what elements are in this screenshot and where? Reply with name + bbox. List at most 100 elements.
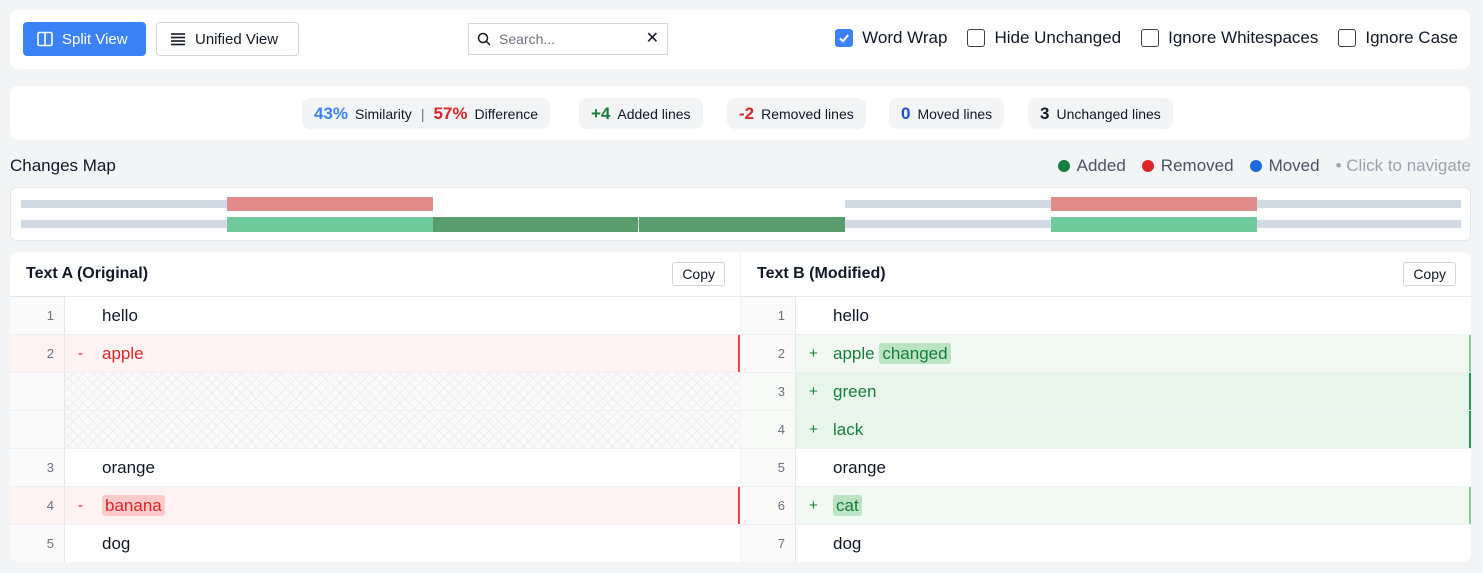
added-lines-label: Added lines (617, 105, 691, 122)
word-wrap-checkbox[interactable] (835, 29, 854, 47)
map-added-segment[interactable] (639, 217, 845, 232)
line-marker: + (809, 421, 818, 438)
difference-value: 57% (433, 103, 468, 123)
similarity-pill: 43% Similarity | 57% Difference (302, 98, 551, 129)
original-panel-header: Text A (Original) Copy (10, 252, 740, 297)
line-number: 5 (741, 449, 796, 486)
line-number: 2 (741, 335, 796, 372)
line-number (10, 373, 65, 410)
navigate-hint: • Click to navigate (1335, 156, 1471, 175)
added-word-highlight: cat (833, 494, 862, 516)
diff-stats: 43% Similarity | 57% Difference +4 Added… (10, 86, 1470, 140)
added-dot-icon (1057, 160, 1070, 172)
unified-view-label: Unified View (195, 30, 279, 48)
line-text: hello (102, 305, 138, 325)
added-edge-marker (1469, 373, 1471, 410)
moved-lines-label: Moved lines (917, 105, 993, 122)
modified-panel-header: Text B (Modified) Copy (741, 252, 1471, 297)
placeholder-row (10, 373, 740, 411)
line-number: 3 (10, 449, 65, 486)
diff-row-added: 6 + cat (741, 487, 1471, 525)
map-gap-segment (433, 197, 845, 211)
diff-row: 1 hello (741, 297, 1471, 335)
diff-row: 5 dog (10, 525, 740, 562)
changes-map[interactable] (10, 187, 1471, 241)
ignore-whitespaces-option[interactable]: Ignore Whitespaces (1141, 28, 1318, 48)
line-number: 2 (10, 335, 65, 372)
diff-row: 5 orange (741, 449, 1471, 487)
line-text: lack (833, 419, 864, 439)
line-marker: + (809, 383, 818, 400)
line-number: 7 (741, 525, 796, 562)
diff-row-added: 2 + apple changed (741, 335, 1471, 373)
line-number: 5 (10, 525, 65, 562)
toolbar: Split View Unified View ✕ Word Wrap (10, 10, 1470, 69)
diff-row: 3 orange (10, 449, 740, 487)
map-added-segment[interactable] (227, 217, 433, 232)
legend-added-label: Added (1076, 156, 1126, 175)
line-number (10, 411, 65, 448)
original-panel: Text A (Original) Copy 1 hello 2 - apple… (10, 252, 740, 562)
diff-row: 7 dog (741, 525, 1471, 562)
line-number: 6 (741, 487, 796, 524)
removed-word-highlight: banana (102, 494, 165, 516)
line-text: green (833, 381, 877, 401)
line-number: 1 (10, 297, 65, 334)
line-number: 3 (741, 373, 796, 410)
line-number: 4 (741, 411, 796, 448)
clear-search-icon[interactable]: ✕ (646, 31, 659, 47)
search-box: ✕ (468, 23, 668, 55)
legend-added: Added (1057, 156, 1126, 176)
check-icon (839, 34, 850, 43)
line-text: hello (833, 305, 869, 325)
ignore-whitespaces-label: Ignore Whitespaces (1168, 28, 1319, 47)
ignore-whitespaces-checkbox[interactable] (1141, 29, 1160, 47)
line-number: 1 (741, 297, 796, 334)
added-edge-marker (1469, 411, 1471, 448)
unchanged-lines-pill: 3 Unchanged lines (1028, 98, 1173, 129)
line-text-container: apple changed (833, 342, 951, 364)
original-panel-title: Text A (Original) (26, 265, 149, 282)
removed-edge-marker (738, 335, 740, 372)
line-marker: + (809, 497, 818, 514)
search-icon (477, 32, 491, 46)
removed-dot-icon (1141, 160, 1154, 172)
diff-row-added: 3 + green (741, 373, 1471, 411)
map-added-segment[interactable] (1051, 217, 1257, 232)
added-edge-marker (1469, 487, 1471, 524)
line-marker: + (809, 345, 818, 362)
search-input[interactable] (499, 31, 638, 47)
word-wrap-label: Word Wrap (862, 28, 948, 47)
added-edge-marker (1469, 335, 1471, 372)
removed-lines-label: Removed lines (761, 105, 854, 122)
difference-label: Difference (474, 105, 539, 122)
line-text-container: cat (833, 494, 862, 516)
similarity-label: Similarity (355, 105, 412, 122)
map-added-segment[interactable] (433, 217, 638, 232)
ignore-case-checkbox[interactable] (1338, 29, 1357, 47)
map-removed-segment[interactable] (1051, 197, 1257, 211)
diff-row-removed: 4 - banana (10, 487, 740, 525)
diff-row-added: 4 + lack (741, 411, 1471, 449)
word-wrap-option[interactable]: Word Wrap (835, 28, 947, 48)
changes-map-title: Changes Map (10, 156, 116, 175)
modified-panel: Text B (Modified) Copy 1 hello 2 + apple… (741, 252, 1471, 562)
split-view-button[interactable]: Split View (23, 22, 146, 56)
unchanged-lines-value: 3 (1040, 103, 1050, 123)
copy-original-button[interactable]: Copy (672, 262, 725, 286)
line-marker: - (78, 497, 83, 514)
stats-separator: | (420, 105, 425, 122)
line-number: 4 (10, 487, 65, 524)
hide-unchanged-option[interactable]: Hide Unchanged (967, 28, 1121, 48)
copy-modified-button[interactable]: Copy (1403, 262, 1456, 286)
ignore-case-option[interactable]: Ignore Case (1338, 28, 1458, 48)
removed-lines-pill: -2 Removed lines (727, 98, 866, 129)
added-word-highlight: changed (879, 342, 951, 364)
unified-view-button[interactable]: Unified View (156, 22, 299, 56)
hide-unchanged-checkbox[interactable] (967, 29, 986, 47)
options-group: Word Wrap Hide Unchanged Ignore Whitespa… (835, 28, 1458, 48)
diff-row-removed: 2 - apple (10, 335, 740, 373)
map-removed-segment[interactable] (227, 197, 433, 211)
line-text: orange (833, 457, 886, 477)
placeholder-row (10, 411, 740, 449)
